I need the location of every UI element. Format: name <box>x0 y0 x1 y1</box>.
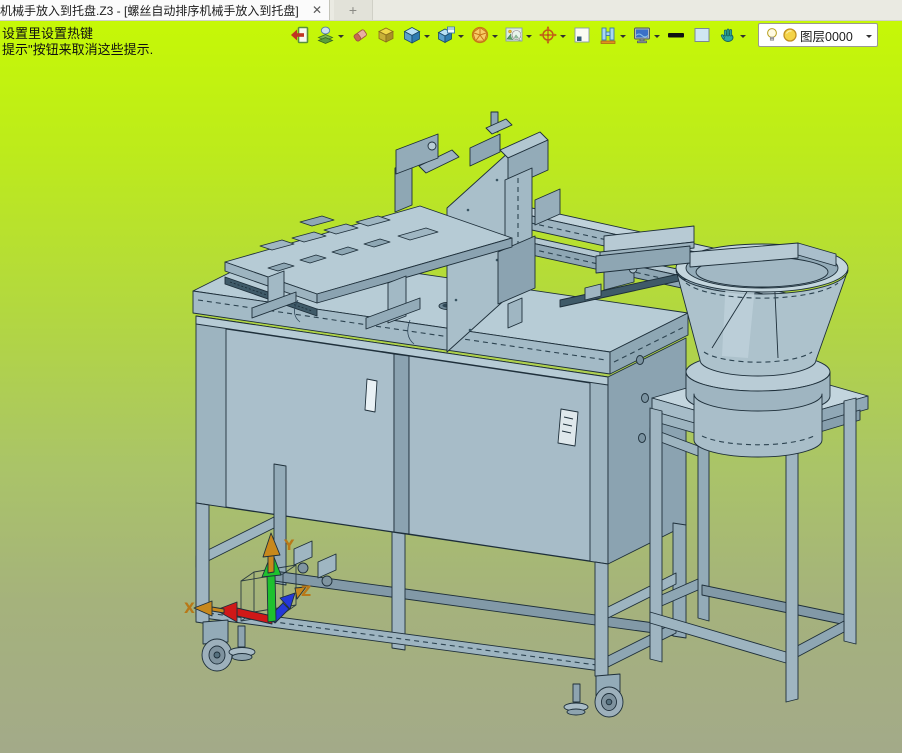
viewport-3d[interactable]: X Y Z 设置里设置热键 提示"按钮来取消这些提示. 图层0000 <box>0 0 902 753</box>
bulb-icon <box>767 28 777 41</box>
wireframe-sphere-icon[interactable] <box>470 25 490 45</box>
layer-selector[interactable]: 图层0000 <box>758 23 878 47</box>
corner-square-icon[interactable] <box>572 25 592 45</box>
layer-selector-value: 图层0000 <box>800 29 853 44</box>
cad-model-3d[interactable]: X Y Z <box>0 0 902 753</box>
line-width-icon[interactable] <box>666 25 686 45</box>
monitor-icon[interactable] <box>632 25 652 45</box>
y-axis-arrow <box>266 573 277 623</box>
y-axis-label: Y <box>283 538 295 554</box>
z-axis-label: Z <box>301 584 311 600</box>
pan-hand-icon[interactable] <box>718 25 738 45</box>
tab-close-icon[interactable]: ✕ <box>309 3 325 17</box>
dropdown-caret[interactable] <box>338 35 344 41</box>
image-zoom-icon[interactable] <box>504 25 524 45</box>
hint-messages: 设置里设置热键 提示"按钮来取消这些提示. <box>2 26 153 58</box>
exit-icon[interactable] <box>290 25 310 45</box>
dropdown-caret[interactable] <box>560 35 566 41</box>
crosshair-target-icon[interactable] <box>538 25 558 45</box>
hint-line-2: 提示"按钮来取消这些提示. <box>2 42 154 57</box>
dropdown-caret[interactable] <box>458 35 464 41</box>
hint-line-1: 设置里设置热键 <box>2 26 94 41</box>
dropdown-caret[interactable] <box>654 35 660 41</box>
tab-bar: 机械手放入到托盘.Z3 - [螺丝自动排序机械手放入到托盘] ✕ + <box>0 0 902 21</box>
dropdown-caret[interactable] <box>492 35 498 41</box>
cube-window-icon[interactable] <box>436 25 456 45</box>
dropdown-caret[interactable] <box>526 35 532 41</box>
document-tab-title: 机械手放入到托盘.Z3 - [螺丝自动排序机械手放入到托盘] <box>0 3 299 18</box>
dropdown-caret[interactable] <box>740 35 746 41</box>
plus-icon: + <box>348 2 358 18</box>
hand-layers-icon[interactable] <box>316 25 336 45</box>
new-tab-button[interactable]: + <box>334 0 373 20</box>
dropdown-caret[interactable] <box>620 35 626 41</box>
shaded-cube-icon[interactable] <box>402 25 422 45</box>
color-swatch-icon[interactable] <box>692 25 712 45</box>
eraser-icon[interactable] <box>350 25 370 45</box>
dropdown-caret[interactable] <box>866 35 872 41</box>
layer-circle-icon <box>783 28 797 42</box>
section-profile-icon[interactable] <box>598 25 618 45</box>
document-tab[interactable]: 机械手放入到托盘.Z3 - [螺丝自动排序机械手放入到托盘] ✕ <box>0 0 330 20</box>
x-axis-label: X <box>184 601 195 617</box>
isometric-box-icon[interactable] <box>376 25 396 45</box>
view-toolbar: 图层0000 <box>290 23 897 47</box>
dropdown-caret[interactable] <box>424 35 430 41</box>
